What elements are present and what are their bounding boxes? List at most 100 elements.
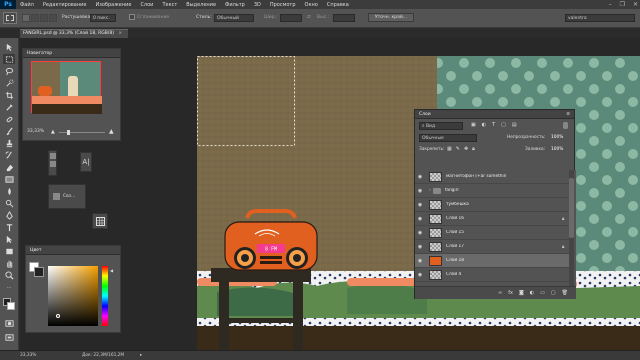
marquee-preset-icon[interactable] <box>3 12 17 24</box>
antialias-checkbox[interactable] <box>129 14 135 20</box>
lock-position-icon[interactable]: ✥ <box>464 146 468 152</box>
visibility-eye-icon[interactable]: ◉ <box>415 202 425 208</box>
navigator-header[interactable]: Навигатор <box>23 49 120 58</box>
layers-scrollbar-thumb[interactable] <box>569 178 574 238</box>
width-input[interactable] <box>280 14 302 22</box>
eyedropper-tool-icon[interactable] <box>3 102 15 112</box>
gradient-tool-icon[interactable] <box>3 174 15 184</box>
swap-icon[interactable]: ⇄ <box>307 15 311 20</box>
menu-layers[interactable]: Слои <box>140 2 153 8</box>
visibility-eye-icon[interactable]: ◉ <box>415 230 425 236</box>
zoom-slider[interactable] <box>59 132 105 133</box>
visibility-eye-icon[interactable]: ◉ <box>415 216 425 222</box>
table-panel-icon[interactable] <box>92 213 108 229</box>
minimize-icon[interactable]: – <box>609 1 612 8</box>
zoom-tool-icon[interactable] <box>3 270 15 280</box>
new-layer-icon[interactable]: ▢ <box>551 290 556 296</box>
layers-header[interactable]: Слои ≡ <box>415 110 574 119</box>
group-expand-icon[interactable]: › <box>429 188 431 193</box>
layers-scrollbar[interactable] <box>569 170 574 286</box>
character-panel-icon[interactable]: A| <box>80 152 92 172</box>
opacity-value[interactable]: 100% <box>551 135 563 140</box>
hand-tool-icon[interactable] <box>3 258 15 268</box>
blur-tool-icon[interactable] <box>3 186 15 196</box>
folder-icon[interactable]: ▭ <box>540 290 545 296</box>
navigator-preview[interactable] <box>31 61 102 114</box>
feather-input[interactable]: 0 пикс. <box>90 14 116 22</box>
menu-view[interactable]: Просмотр <box>270 2 296 8</box>
menu-help[interactable]: Справка <box>327 2 349 8</box>
status-arrow-icon[interactable]: ▸ <box>140 351 142 360</box>
navigator-zoom-value[interactable]: 33,33% <box>27 129 44 134</box>
clone-source-panel-icon[interactable] <box>50 161 56 167</box>
lock-pixels-icon[interactable]: ✎ <box>456 146 460 152</box>
quick-mask-icon[interactable] <box>3 318 15 328</box>
visibility-eye-icon[interactable]: ◉ <box>415 272 425 278</box>
layer-filter-select[interactable]: ⌕ Вид <box>419 122 463 130</box>
eraser-tool-icon[interactable] <box>3 162 15 172</box>
lock-all-icon[interactable]: 🔒︎ <box>472 146 475 152</box>
maximize-icon[interactable]: ❐ <box>620 1 625 8</box>
type-tool-icon[interactable] <box>3 222 15 232</box>
healing-brush-tool-icon[interactable] <box>3 114 15 124</box>
status-zoom[interactable]: 33,33% <box>20 351 36 360</box>
visibility-eye-icon[interactable]: ◉ <box>415 244 425 250</box>
color-picker-cursor[interactable] <box>56 314 60 318</box>
hue-slider-handle[interactable]: ◀ <box>110 268 113 273</box>
trash-icon[interactable]: 🗑︎ <box>562 290 568 296</box>
screen-mode-icon[interactable] <box>3 332 15 342</box>
adjustment-icon[interactable]: ◐ <box>530 290 534 296</box>
filter-smart-icon[interactable]: ▤ <box>512 122 517 128</box>
hue-slider[interactable] <box>102 266 108 326</box>
blend-mode-select[interactable]: Обычные <box>419 134 477 142</box>
fx-icon[interactable]: fx <box>508 290 513 296</box>
menu-filter[interactable]: Фильтр <box>225 2 245 8</box>
visibility-eye-icon[interactable]: ◉ <box>415 258 425 264</box>
intersect-selection-icon[interactable] <box>49 14 57 22</box>
panel-menu-icon[interactable]: ≡ <box>566 110 570 118</box>
menu-edit[interactable]: Редактирование <box>43 2 87 8</box>
menu-select[interactable]: Выделение <box>186 2 216 8</box>
menu-image[interactable]: Изображение <box>95 2 131 8</box>
layer-row[interactable]: ◉ магнитофон [+ar somethin <box>415 170 570 184</box>
lock-transparency-icon[interactable]: ▦ <box>447 146 452 152</box>
close-tab-icon[interactable]: × <box>118 31 122 36</box>
dodge-tool-icon[interactable] <box>3 198 15 208</box>
lasso-tool-icon[interactable] <box>3 66 15 76</box>
more-tools-icon[interactable]: … <box>3 282 15 292</box>
height-input[interactable] <box>333 14 355 22</box>
visibility-eye-icon[interactable]: ◉ <box>415 188 425 194</box>
mask-icon[interactable]: ◙ <box>519 290 524 296</box>
new-selection-icon[interactable] <box>22 14 30 22</box>
swatches-mini-panel[interactable]: Свз... <box>48 184 86 209</box>
filter-adjustment-icon[interactable]: ◐ <box>482 122 486 128</box>
color-panel-header[interactable]: Цвет <box>26 246 120 255</box>
menu-window[interactable]: Окно <box>305 2 318 8</box>
layer-row[interactable]: ◉ Слой 17 🔒︎ <box>415 240 570 254</box>
zoom-slider-handle[interactable] <box>67 130 70 135</box>
brush-tool-icon[interactable] <box>3 126 15 136</box>
visibility-eye-icon[interactable]: ◉ <box>415 174 425 180</box>
add-selection-icon[interactable] <box>31 14 39 22</box>
layer-row[interactable]: ◉ Слой 15 <box>415 226 570 240</box>
document-tab[interactable]: FANGIRL.psd @ 33,3% (Слой 18, RGB/8) × <box>20 29 128 38</box>
path-selection-tool-icon[interactable] <box>3 234 15 244</box>
shape-tool-icon[interactable] <box>3 246 15 256</box>
quick-select-tool-icon[interactable] <box>3 78 15 88</box>
layer-row-selected[interactable]: ◉ Слой 18 <box>415 254 570 268</box>
refine-edge-button[interactable]: Уточн. край... <box>368 13 414 22</box>
background-color-swatch[interactable] <box>7 302 15 310</box>
zoom-in-icon[interactable]: ▲ <box>109 128 114 135</box>
panel-background-swatch[interactable] <box>34 267 44 277</box>
fill-value[interactable]: 100% <box>551 147 563 152</box>
menu-type[interactable]: Текст <box>162 2 177 8</box>
filter-type-icon[interactable]: T <box>492 122 495 128</box>
crop-tool-icon[interactable] <box>3 90 15 100</box>
layer-row[interactable]: ◉ тумбешка <box>415 198 570 212</box>
filter-pixel-icon[interactable]: ▣ <box>471 122 476 128</box>
link-icon[interactable]: ∞ <box>498 290 502 296</box>
layer-row[interactable]: ◉ Слой 16 🔒︎ <box>415 212 570 226</box>
menu-3d[interactable]: 3D <box>254 2 261 8</box>
style-select[interactable]: Обычный <box>214 14 254 22</box>
layer-row[interactable]: ◉ › fangirl <box>415 184 570 198</box>
